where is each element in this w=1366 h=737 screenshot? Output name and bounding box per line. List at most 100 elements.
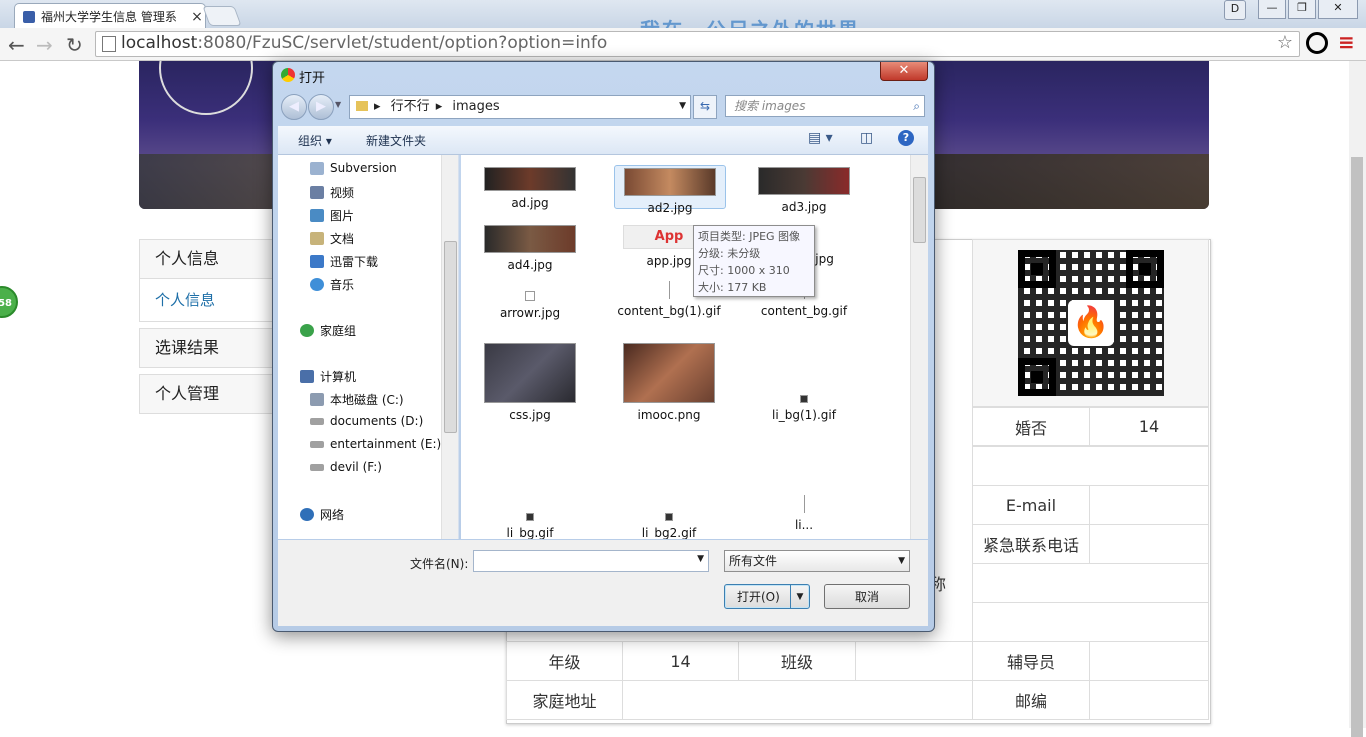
recent-dropdown-icon[interactable]: ▼ [335, 100, 341, 109]
zipcode-label: 邮编 [972, 680, 1090, 720]
chrome-logo-icon [281, 68, 295, 82]
nickname-label-tail: 称 [930, 575, 947, 594]
marital-label: 婚否 [972, 407, 1090, 446]
back-arrow-icon[interactable]: ← [8, 33, 25, 57]
open-options-dropdown-icon[interactable]: ▼ [790, 585, 809, 608]
chrome-menu-icon[interactable]: ≡ [1338, 30, 1355, 54]
nav-personal-management[interactable]: 个人管理 [139, 374, 279, 414]
profile-button[interactable]: D [1224, 0, 1246, 20]
forward-arrow-icon[interactable]: → [36, 33, 53, 57]
drive-icon [310, 463, 324, 471]
nav-course-results[interactable]: 选课结果 [139, 328, 279, 368]
breadcrumb-parent[interactable]: 行不行 [391, 99, 430, 114]
file-item-selected[interactable]: ad2.jpg [614, 165, 726, 215]
dialog-address-row: ◀ ▶ ▼ ▸ 行不行 ▸ images ▼ ⇆ 搜索 images ⌕ [281, 93, 926, 120]
marital-value: 14 [1089, 407, 1209, 446]
file-item[interactable]: imooc.png [614, 343, 724, 423]
image-thumbnail [758, 167, 850, 195]
close-window-button[interactable]: ✕ [1318, 0, 1358, 19]
refresh-icon[interactable]: ⇆ [693, 95, 717, 119]
dialog-back-icon[interactable]: ◀ [281, 94, 307, 120]
address-label: 家庭地址 [506, 680, 623, 720]
nav-drive-c[interactable]: 本地磁盘 (C:) [310, 391, 404, 408]
browser-tab[interactable]: 福州大学学生信息 管理系 × [14, 3, 206, 29]
dialog-navigation-pane: Subversion 视频 图片 文档 迅雷下载 音乐 家庭组 计算机 本地磁盘… [278, 155, 459, 539]
reload-icon[interactable]: ↻ [66, 33, 83, 57]
nav-subversion[interactable]: Subversion [310, 161, 397, 175]
image-thumbnail [484, 225, 576, 253]
search-icon[interactable]: ⌕ [913, 96, 920, 117]
page-scrollbar[interactable] [1349, 61, 1366, 737]
file-item[interactable]: li_bg.gif [475, 513, 585, 539]
preview-pane-icon[interactable]: ◫ [860, 130, 873, 146]
image-thumbnail [803, 495, 805, 513]
emergency-phone-value [1089, 524, 1209, 564]
url-text: localhost:8080/FzuSC/servlet/student/opt… [121, 33, 608, 53]
file-item[interactable]: ad.jpg [475, 167, 585, 211]
nav-music[interactable]: 音乐 [310, 276, 354, 293]
tab-close-icon[interactable]: × [189, 9, 205, 25]
new-folder-button[interactable]: 新建文件夹 [366, 132, 426, 149]
dialog-forward-icon[interactable]: ▶ [308, 94, 334, 120]
nav-drive-f[interactable]: devil (F:) [310, 460, 382, 474]
nav-pictures[interactable]: 图片 [310, 207, 354, 224]
svn-icon [310, 161, 324, 175]
nav-drive-d[interactable]: documents (D:) [310, 414, 423, 428]
help-icon[interactable]: ? [898, 130, 914, 146]
dialog-search-input[interactable]: 搜索 images ⌕ [725, 95, 925, 117]
nav-computer[interactable]: 计算机 [300, 368, 356, 385]
file-item[interactable]: li_bg2.gif [614, 513, 724, 539]
counselor-label: 辅导员 [972, 641, 1090, 681]
breadcrumb-current[interactable]: images [452, 99, 499, 114]
nav-personal-info-sub[interactable]: 个人信息 [139, 279, 279, 322]
filename-input[interactable]: ▼ [473, 550, 709, 572]
drive-icon [310, 440, 324, 448]
file-item[interactable]: li... [749, 495, 859, 533]
tab-title: 福州大学学生信息 管理系 [41, 10, 177, 24]
breadcrumb[interactable]: ▸ 行不行 ▸ images ▼ [349, 95, 691, 119]
nav-videos[interactable]: 视频 [310, 184, 354, 201]
nav-network[interactable]: 网络 [300, 506, 344, 523]
browser-toolbar: ← → ↻ localhost:8080/FzuSC/servlet/stude… [0, 28, 1366, 61]
file-list-scrollbar[interactable] [910, 155, 928, 539]
image-thumbnail [484, 343, 576, 403]
nav-drive-e[interactable]: entertainment (E:) [310, 437, 441, 451]
empty-cell [972, 446, 1209, 486]
nav-personal-info[interactable]: 个人信息 [139, 239, 279, 279]
class-label: 班级 [738, 641, 856, 681]
nav-homegroup[interactable]: 家庭组 [300, 322, 356, 339]
qr-code-image: 🔥 [1018, 250, 1164, 396]
address-bar[interactable]: localhost:8080/FzuSC/servlet/student/opt… [95, 31, 1300, 57]
file-type-dropdown-icon[interactable]: ▼ [898, 551, 905, 571]
filename-dropdown-icon[interactable]: ▼ [697, 554, 704, 564]
dialog-close-button[interactable]: ✕ [880, 62, 928, 81]
file-item[interactable]: arrowr.jpg [475, 291, 585, 321]
empty-cell [972, 602, 1209, 642]
university-logo [159, 61, 253, 115]
organize-button[interactable]: 组织 ▾ [298, 132, 332, 149]
file-item[interactable]: ad3.jpg [749, 167, 859, 215]
file-item[interactable]: ad4.jpg [475, 225, 585, 273]
dialog-command-bar: 组织 ▾ 新建文件夹 ▤ ▾ ◫ ? [278, 126, 928, 155]
cancel-button[interactable]: 取消 [824, 584, 910, 609]
file-item[interactable]: li_bg(1).gif [749, 395, 859, 423]
restore-button[interactable]: ❐ [1288, 0, 1316, 19]
breadcrumb-dropdown-icon[interactable]: ▼ [679, 96, 686, 117]
open-file-dialog: 打开 ✕ ◀ ▶ ▼ ▸ 行不行 ▸ images ▼ ⇆ 搜索 images ⌕… [272, 61, 935, 632]
bookmark-star-icon[interactable]: ☆ [1277, 32, 1293, 53]
homegroup-icon [300, 324, 314, 337]
open-button[interactable]: 打开(O) ▼ [724, 584, 810, 609]
view-options-icon[interactable]: ▤ ▾ [808, 130, 833, 146]
filename-label: 文件名(N): [410, 557, 469, 571]
minimize-button[interactable]: — [1258, 0, 1286, 19]
extension-icon[interactable] [1306, 32, 1328, 54]
file-item[interactable]: css.jpg [475, 343, 585, 423]
file-type-select[interactable]: 所有文件 ▼ [724, 550, 910, 572]
emergency-phone-label: 紧急联系电话 [972, 524, 1090, 564]
new-tab-button[interactable] [202, 6, 242, 26]
floating-badge[interactable]: 58 [0, 286, 18, 318]
grade-value: 14 [622, 641, 739, 681]
nav-documents[interactable]: 文档 [310, 230, 354, 247]
nav-pane-scrollbar[interactable] [441, 155, 458, 539]
nav-xunlei-downloads[interactable]: 迅雷下载 [310, 253, 378, 270]
